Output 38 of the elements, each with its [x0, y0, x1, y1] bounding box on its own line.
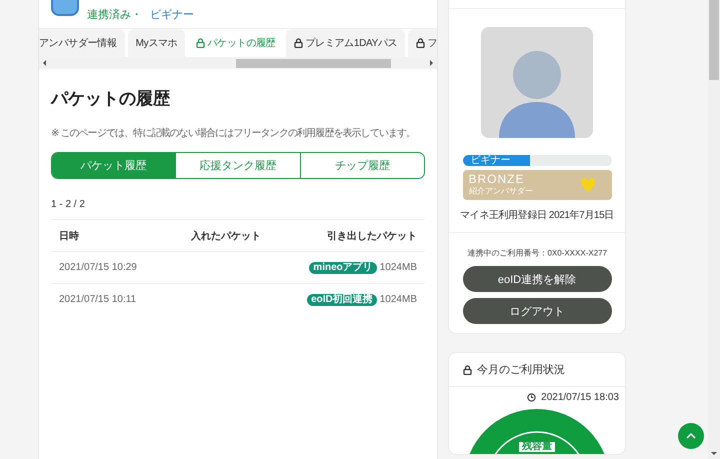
table-cell: 1024MB: [380, 262, 417, 273]
column-header: 入れたパケット: [164, 220, 273, 252]
chevron-up-icon: [686, 433, 696, 439]
page-scrollbar-thumb[interactable]: [709, 0, 719, 80]
column-header: 引き出したパケット: [272, 220, 425, 252]
lock-icon: [463, 364, 472, 374]
table-cell: 1024MB: [380, 294, 417, 305]
app-icon: [51, 0, 79, 16]
tab[interactable]: フ: [408, 29, 437, 57]
page-title: パケットの履歴: [51, 88, 171, 110]
history-tab[interactable]: パケット履歴: [52, 153, 176, 178]
usage-title: 今月のご利用状況: [477, 363, 565, 377]
rank-link[interactable]: ビギナー: [150, 6, 194, 22]
account-button[interactable]: eoID連携を解除: [462, 266, 612, 292]
scroll-down-arrow-icon[interactable]: [711, 452, 717, 455]
table-cell: 2021/07/15 10:29: [51, 252, 164, 284]
tab[interactable]: Myスマホ: [128, 29, 186, 57]
account-button[interactable]: ログアウト: [462, 298, 612, 324]
tab[interactable]: アンバサダー情報: [39, 29, 125, 57]
linked-number: 連携中のご利用番号：0X0-XXXX-X277: [467, 248, 607, 259]
source-badge: mineoアプリ: [309, 262, 377, 274]
page-note: ※ このページでは、特に記載のない場合にはフリータンクの利用履歴を表示しています。: [51, 126, 416, 140]
badge-subtitle: 紹介アンバサダー: [468, 187, 532, 196]
history-tab[interactable]: チップ履歴: [300, 153, 424, 178]
update-time: 2021/07/15 18:03: [541, 392, 619, 403]
result-count: 1 - 2 / 2: [51, 199, 86, 210]
link-status: 連携済み・: [87, 8, 142, 22]
badge-title: BRONZE: [468, 173, 526, 186]
tab[interactable]: プレミアム1DAYパス: [286, 29, 406, 57]
scroll-to-top-button[interactable]: [678, 423, 704, 449]
clock-icon: [527, 393, 536, 402]
heart-icon: [580, 177, 596, 193]
table-cell: 2021/07/15 10:11: [51, 284, 164, 315]
rank-label: ビギナー: [470, 155, 510, 166]
column-header: 日時: [51, 220, 164, 252]
registration-date: マイネ王利用登録日 2021年7月15日: [460, 208, 614, 222]
remaining-label: 残容量: [519, 442, 555, 452]
source-badge: eoID初回連携: [307, 294, 377, 306]
